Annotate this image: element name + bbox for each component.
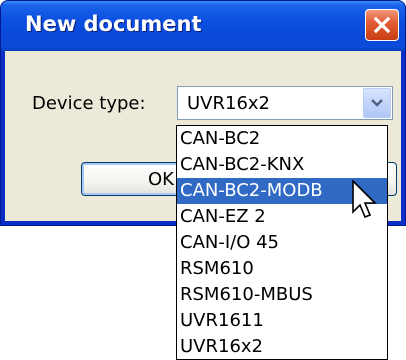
ok-button[interactable]: OK [81, 162, 191, 196]
chevron-down-icon [371, 99, 383, 107]
device-type-dropdown-list[interactable]: CAN-BC2 CAN-BC2-KNX CAN-BC2-MODB CAN-EZ … [176, 125, 388, 360]
page: New document Device type: UVR16x2 OK CAN… [0, 0, 406, 360]
dropdown-item-uvr16x2[interactable]: UVR16x2 [177, 334, 387, 359]
mouse-pointer-icon [352, 180, 377, 219]
window-title: New document [25, 12, 202, 36]
ok-button-label: OK [148, 169, 174, 190]
title-bar[interactable]: New document [1, 1, 405, 51]
device-type-label: Device type: [32, 93, 146, 114]
dropdown-item-rsm610-mbus[interactable]: RSM610-MBUS [177, 282, 387, 308]
dropdown-button[interactable] [363, 88, 391, 118]
dropdown-item-uvr1611[interactable]: UVR1611 [177, 308, 387, 334]
close-button[interactable] [365, 9, 399, 41]
dropdown-item-can-bc2[interactable]: CAN-BC2 [177, 126, 387, 152]
device-type-select[interactable]: UVR16x2 [177, 86, 393, 120]
dropdown-item-rsm610[interactable]: RSM610 [177, 256, 387, 282]
dropdown-item-can-bc2-knx[interactable]: CAN-BC2-KNX [177, 152, 387, 178]
device-type-value: UVR16x2 [187, 93, 271, 114]
close-icon [373, 16, 391, 34]
dropdown-item-can-io45[interactable]: CAN-I/O 45 [177, 230, 387, 256]
